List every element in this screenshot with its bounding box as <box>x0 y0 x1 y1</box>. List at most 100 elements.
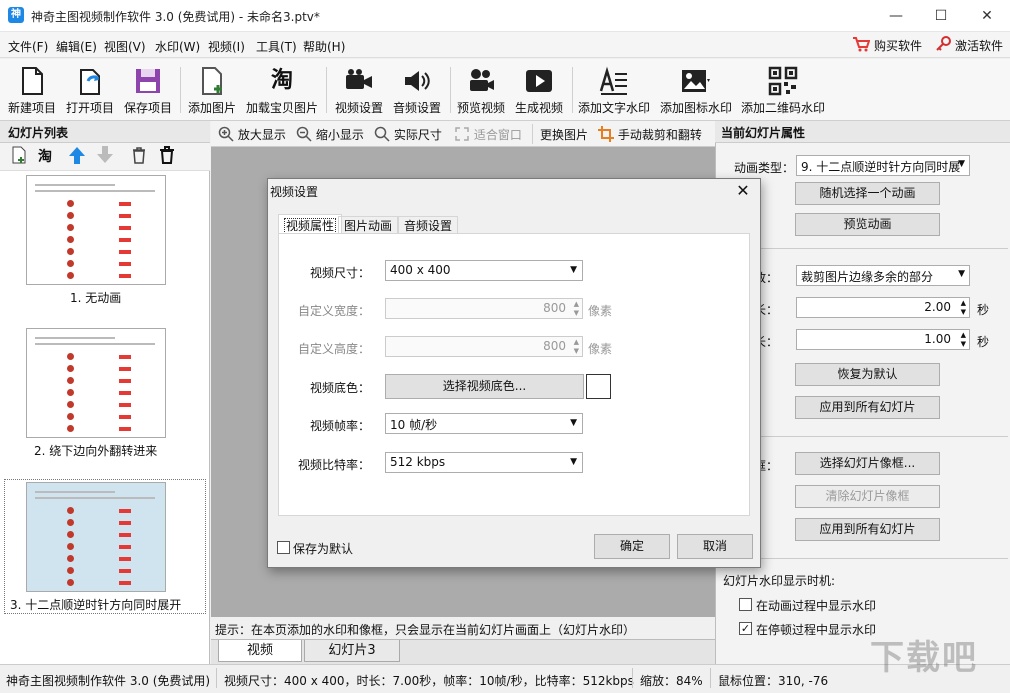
add-icon-watermark-button[interactable]: 添加图标水印 <box>656 61 736 119</box>
dialog-close-icon[interactable]: ✕ <box>735 181 751 200</box>
spin-up-icon[interactable]: ▲ <box>574 339 579 346</box>
custom-height-value: 800 <box>543 339 566 353</box>
custom-width-input[interactable]: 800 ▲ ▼ <box>385 298 583 319</box>
buy-button[interactable]: 购买软件 <box>852 36 924 54</box>
menu-help[interactable]: 帮助(H) <box>303 38 345 55</box>
menu-view[interactable]: 视图(V) <box>104 38 146 55</box>
spin-up-icon[interactable]: ▲ <box>961 332 966 339</box>
restore-default-button[interactable]: 恢复为默认 <box>795 363 940 386</box>
menu-tools[interactable]: 工具(T) <box>256 38 297 55</box>
anim-duration-spinner[interactable]: 1.00 ▲ ▼ <box>796 329 970 350</box>
video-settings-button[interactable]: 视频设置 <box>330 61 388 119</box>
cancel-button[interactable]: 取消 <box>677 534 753 559</box>
section-divider <box>760 248 1008 249</box>
menu-video[interactable]: 视频(I) <box>208 38 245 55</box>
save-default-checkbox[interactable] <box>277 541 290 554</box>
delete-slide-button[interactable] <box>128 146 150 168</box>
zoom-in-icon <box>218 126 234 142</box>
spin-down-icon[interactable]: ▼ <box>961 309 966 316</box>
add-text-watermark-label: 添加文字水印 <box>577 101 650 115</box>
chevron-down-icon: ▼ <box>570 418 577 428</box>
fit-window-button[interactable]: 适合窗口 <box>454 126 522 143</box>
slide-thumbnail-1[interactable] <box>26 175 166 285</box>
bitrate-label: 视频比特率： <box>297 458 370 472</box>
arrow-down-icon <box>97 146 113 163</box>
menu-watermark[interactable]: 水印(W) <box>155 38 200 55</box>
replace-image-button[interactable]: 更换图片 <box>540 126 588 143</box>
toolbar-divider <box>326 67 327 113</box>
select-bg-color-button[interactable]: 选择视频底色... <box>385 374 584 399</box>
save-project-button[interactable]: 保存项目 <box>120 61 176 119</box>
scale-value: 裁剪图片边缘多余的部分 <box>801 270 934 284</box>
clear-frame-button[interactable]: 清除幻灯片像框 <box>795 485 940 508</box>
audio-settings-label: 音频设置 <box>392 101 441 115</box>
close-button[interactable]: ✕ <box>964 0 1010 32</box>
new-project-button[interactable]: 新建项目 <box>4 61 60 119</box>
spin-up-icon[interactable]: ▲ <box>574 301 579 308</box>
tab-video-properties[interactable]: 视频属性 <box>278 214 343 235</box>
apply-all-button-1[interactable]: 应用到所有幻灯片 <box>795 396 940 419</box>
actual-size-button[interactable]: 实际尺寸 <box>374 126 442 143</box>
menu-file[interactable]: 文件(F) <box>8 38 48 55</box>
spin-up-icon[interactable]: ▲ <box>961 300 966 307</box>
scale-select[interactable]: 裁剪图片边缘多余的部分 ▼ <box>796 265 970 286</box>
crop-flip-button[interactable]: 手动裁剪和翻转 <box>598 126 702 143</box>
video-size-label: 视频尺寸： <box>309 266 370 280</box>
qr-code-icon <box>768 66 798 96</box>
load-taobao-button[interactable]: 淘 加载宝贝图片 <box>242 61 322 119</box>
slide-label-1: 1. 无动画 <box>70 291 122 305</box>
slide-thumbnail-2[interactable] <box>26 328 166 438</box>
show-during-pause-checkbox[interactable]: ✓ <box>739 622 752 635</box>
anim-type-select[interactable]: 9. 十二点顺逆时针方向同时展 ▼ <box>796 155 970 176</box>
duration-spinner[interactable]: 2.00 ▲ ▼ <box>796 297 970 318</box>
generate-video-button[interactable]: 生成视频 <box>510 61 568 119</box>
spin-down-icon[interactable]: ▼ <box>961 341 966 348</box>
video-size-select[interactable]: 400 x 400 ▼ <box>385 260 583 281</box>
spin-down-icon[interactable]: ▼ <box>574 310 579 317</box>
add-qr-watermark-button[interactable]: 添加二维码水印 <box>740 61 826 119</box>
bg-color-swatch[interactable] <box>586 374 611 399</box>
custom-height-input[interactable]: 800 ▲ ▼ <box>385 336 583 357</box>
anim-type-label: 动画类型： <box>734 161 795 175</box>
tab-video[interactable]: 视频 <box>218 640 302 662</box>
slide-label-3: 3. 十二点顺逆时针方向同时展开 <box>10 598 182 612</box>
custom-height-label: 自定义高度： <box>297 342 370 356</box>
add-image-button[interactable]: 添加图片 <box>184 61 240 119</box>
ok-button[interactable]: 确定 <box>594 534 670 559</box>
show-during-anim-checkbox[interactable] <box>739 598 752 611</box>
move-down-button[interactable] <box>94 146 116 168</box>
audio-settings-button[interactable]: 音频设置 <box>388 61 446 119</box>
clear-slides-button[interactable] <box>156 146 178 168</box>
random-anim-button[interactable]: 随机选择一个动画 <box>795 182 940 205</box>
status-mouse: 鼠标位置：310, -76 <box>718 674 829 688</box>
open-project-button[interactable]: 打开项目 <box>62 61 118 119</box>
maximize-button[interactable]: ☐ <box>918 0 964 32</box>
anim-duration-value: 1.00 <box>924 332 951 346</box>
height-unit: 像素 <box>588 342 613 356</box>
play-video-icon <box>526 70 552 92</box>
menu-edit[interactable]: 编辑(E) <box>56 38 97 55</box>
preview-video-button[interactable]: 预览视频 <box>452 61 510 119</box>
chevron-down-icon: ▼ <box>958 159 965 169</box>
bitrate-select[interactable]: 512 kbps ▼ <box>385 452 583 473</box>
apply-all-button-2[interactable]: 应用到所有幻灯片 <box>795 518 940 541</box>
tab-video-properties-label: 视频属性 <box>284 218 337 234</box>
tab-image-animation[interactable]: 图片动画 <box>338 216 399 233</box>
frame-rate-select[interactable]: 10 帧/秒 ▼ <box>385 413 583 434</box>
tab-slide3[interactable]: 幻灯片3 <box>304 640 400 662</box>
slide-thumbnail-3[interactable] <box>26 482 166 592</box>
move-up-button[interactable] <box>66 146 88 168</box>
zoom-in-button[interactable]: 放大显示 <box>218 126 286 143</box>
activate-button[interactable]: 激活软件 <box>935 36 1007 54</box>
spin-down-icon[interactable]: ▼ <box>574 348 579 355</box>
frame-rate-value: 10 帧/秒 <box>390 418 438 432</box>
add-slide-button[interactable] <box>8 146 30 168</box>
tab-audio-settings[interactable]: 音频设置 <box>398 216 459 233</box>
add-text-watermark-button[interactable]: 添加文字水印 <box>574 61 654 119</box>
select-frame-button[interactable]: 选择幻灯片像框... <box>795 452 940 475</box>
zoom-out-button[interactable]: 缩小显示 <box>296 126 364 143</box>
taobao-small-icon[interactable]: 淘 <box>34 146 56 168</box>
trash-icon <box>133 147 145 164</box>
minimize-button[interactable]: — <box>873 0 919 32</box>
preview-anim-button[interactable]: 预览动画 <box>795 213 940 236</box>
